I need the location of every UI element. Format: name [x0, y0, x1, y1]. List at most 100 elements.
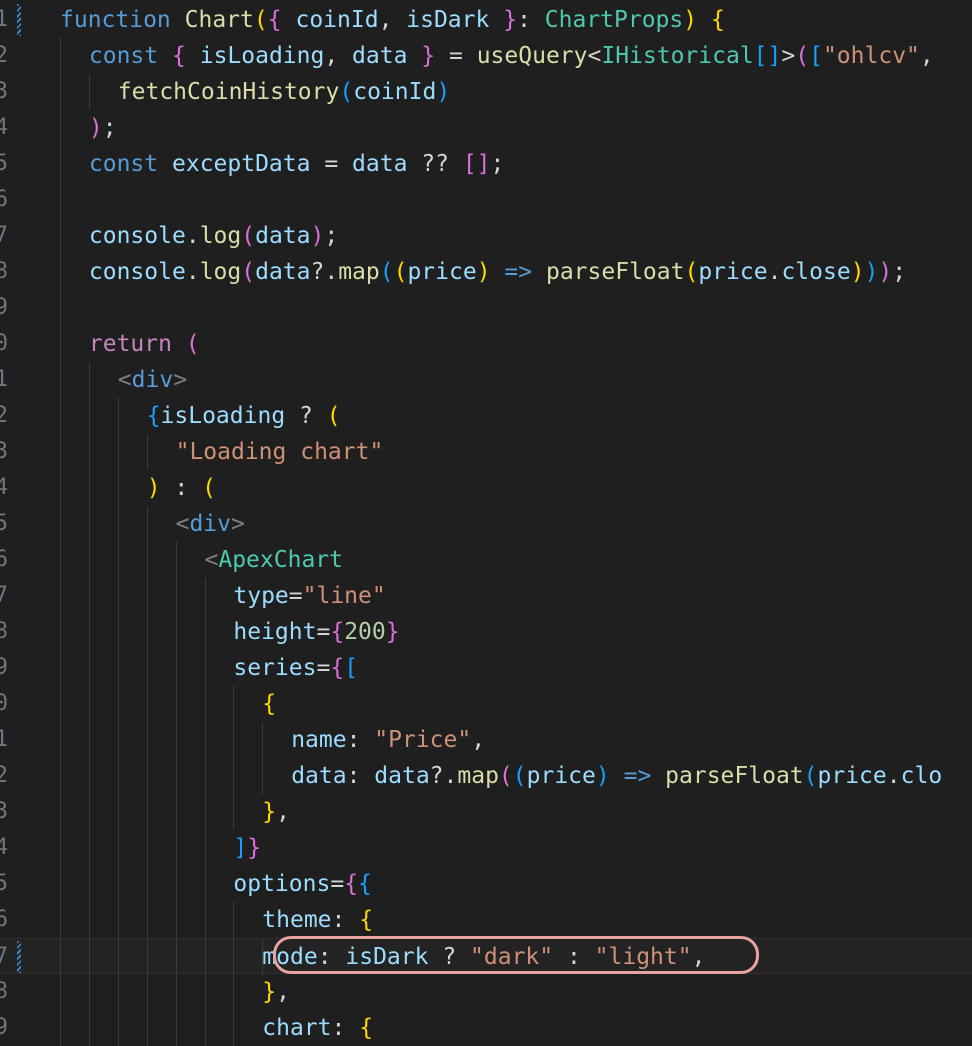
line-number: 8 [0, 619, 8, 644]
indent-guide [60, 38, 61, 74]
indent-guide [175, 974, 177, 1010]
code-text: <ApexChart [205, 542, 343, 578]
code-line[interactable]: 1 function Chart({ coinId, isDark }: Char… [0, 2, 972, 38]
code-token: isLoading [199, 43, 325, 69]
code-token: coinId [295, 7, 379, 33]
code-line[interactable]: 0 return ( [0, 326, 972, 362]
code-line[interactable]: 0{ [0, 686, 972, 722]
code-token: , [471, 727, 486, 753]
code-line[interactable]: 3 fetchCoinHistory(coinId) [0, 74, 972, 110]
code-line[interactable]: 4]} [0, 830, 972, 866]
indent-guide [88, 362, 90, 398]
code-token: log [199, 223, 242, 249]
indent-guide [60, 722, 61, 758]
code-line[interactable]: 1 name: "Price", [0, 722, 972, 758]
code-line[interactable]: 7 type="line" [0, 578, 972, 614]
indent-guide [146, 722, 148, 758]
code-line[interactable]: 9 chart: { [0, 1010, 972, 1046]
indent-guide [60, 650, 61, 686]
indent-guide [175, 686, 177, 722]
code-editor[interactable]: 1 function Chart({ coinId, isDark }: Char… [0, 0, 972, 1046]
indent-guide [88, 398, 90, 434]
line-number: 9 [0, 295, 8, 320]
code-line[interactable]: 8}, [0, 974, 972, 1010]
indent-guide [60, 578, 61, 614]
code-line[interactable]: 5 const exceptData = data ?? []; [0, 146, 972, 182]
indent-guide [204, 650, 206, 686]
code-line[interactable]: 2 const { isLoading, data } = useQuery<IH… [0, 38, 972, 74]
code-token: map [338, 259, 380, 285]
code-line[interactable]: 9 [0, 290, 972, 326]
code-token: Chart [184, 7, 254, 33]
line-number: 7 [0, 583, 8, 608]
code-line[interactable]: 4); [0, 110, 972, 146]
code-line[interactable]: 3 "Loading chart" [0, 434, 972, 470]
line-number: 5 [0, 871, 8, 896]
code-text: {isLoading ? ( [147, 398, 341, 434]
code-token: ( [393, 259, 408, 285]
line-number: 2 [0, 763, 8, 788]
code-token: : [517, 7, 545, 33]
indent-guide [146, 794, 148, 830]
code-token: map [457, 763, 499, 789]
code-token: : [160, 475, 203, 501]
code-token: . [886, 763, 901, 789]
code-token: "ohlcv" [822, 43, 920, 69]
indent-guide [60, 254, 61, 290]
code-token: > [231, 511, 245, 537]
indent-guide [204, 866, 206, 902]
code-token: => [623, 763, 652, 789]
code-line[interactable]: 2 {isLoading ? ( [0, 398, 972, 434]
indent-guide [146, 434, 148, 470]
code-line[interactable]: 6 <ApexChart [0, 542, 972, 578]
code-token: ?. [310, 259, 339, 285]
code-token: data [352, 43, 408, 69]
code-token: ; [892, 259, 907, 285]
indent-guide [88, 758, 90, 794]
code-line[interactable]: 6 theme: { [0, 902, 972, 938]
code-token: . [185, 259, 200, 285]
code-line[interactable]: 4) : ( [0, 470, 972, 506]
code-token: ( [379, 259, 394, 285]
code-line[interactable]: 7 console.log(data); [0, 218, 972, 254]
code-token: ? [285, 403, 327, 429]
code-line[interactable]: 3}, [0, 794, 972, 830]
code-token: data [255, 259, 311, 285]
code-token: ( [795, 43, 810, 69]
code-text: height={200} [233, 614, 399, 650]
code-token: data [291, 763, 347, 789]
indent-guide [117, 939, 119, 975]
code-token: ; [324, 223, 339, 249]
code-token: ( [498, 763, 513, 789]
code-token: { [710, 7, 725, 33]
indent-guide [175, 650, 177, 686]
indent-guide [204, 614, 206, 650]
code-line[interactable]: 9 series={[ [0, 650, 972, 686]
code-token: theme [262, 907, 332, 933]
code-token: "line" [302, 583, 386, 609]
code-token: ) [878, 259, 893, 285]
code-text: <div> [118, 362, 187, 398]
code-line[interactable]: 8 height={200} [0, 614, 972, 650]
code-line[interactable]: 5 <div> [0, 506, 972, 542]
line-number: 9 [0, 1015, 8, 1040]
line-number: 7 [0, 944, 8, 969]
indent-guide [88, 794, 90, 830]
code-line[interactable]: 8 console.log(data?.map((price) => parseF… [0, 254, 972, 290]
indent-guide [88, 866, 90, 902]
code-token: ( [253, 7, 268, 33]
code-token: [ [809, 43, 823, 69]
code-line[interactable]: 1 <div> [0, 362, 972, 398]
code-token: > [781, 43, 796, 69]
code-line[interactable]: 2 data: data?.map((price) => parseFloat(p… [0, 758, 972, 794]
code-token: ) [310, 223, 325, 249]
code-token: ( [326, 403, 341, 429]
indent-guide [146, 686, 148, 722]
code-line[interactable]: 5 options={{ [0, 866, 972, 902]
code-token: ) [864, 259, 879, 285]
code-line[interactable]: 6 [0, 182, 972, 218]
code-text: series={[ [233, 650, 358, 686]
